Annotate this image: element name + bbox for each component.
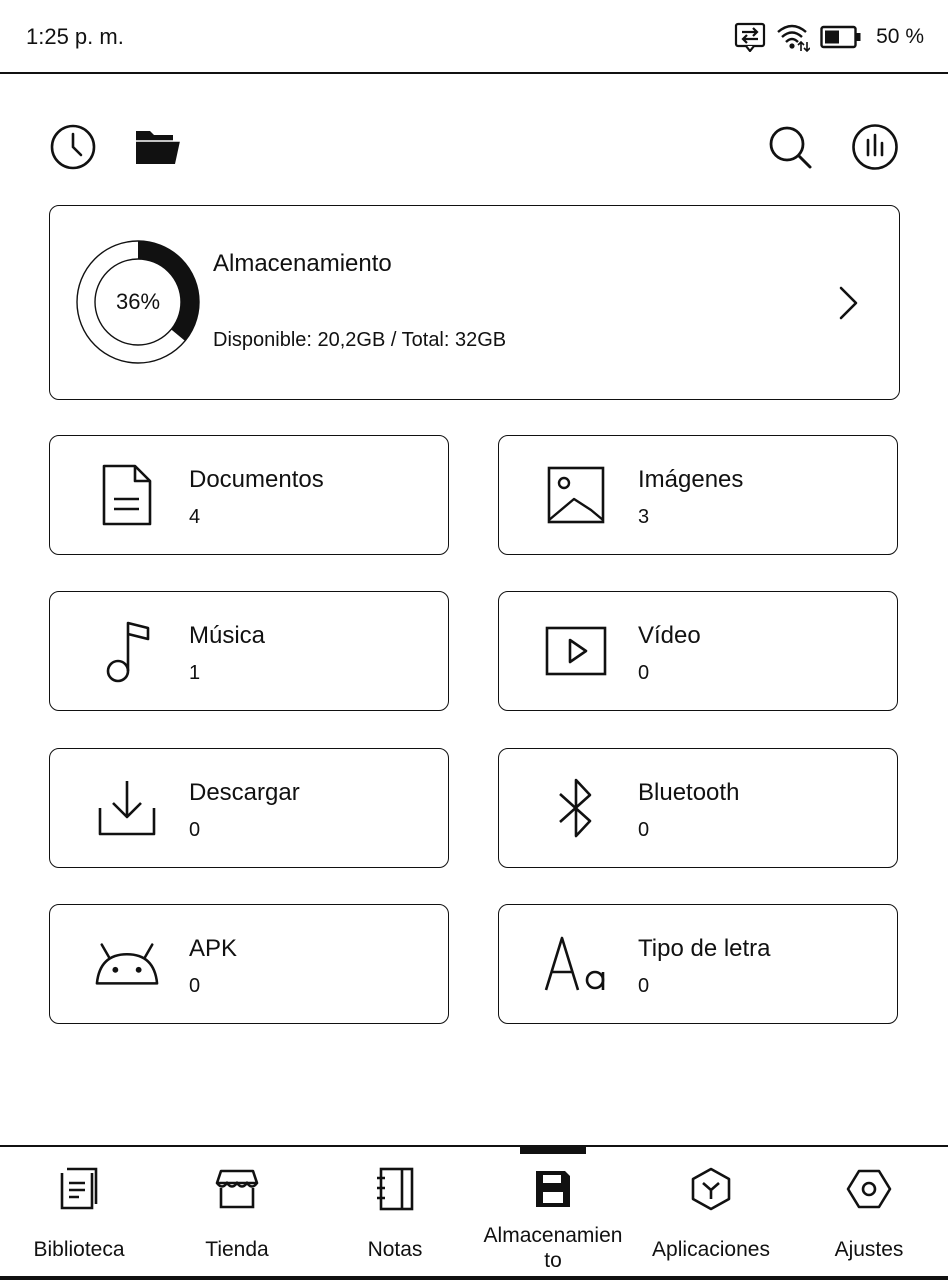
- apps-icon: [687, 1165, 735, 1213]
- chevron-right-icon: [837, 284, 861, 327]
- nav-label: Aplicaciones: [652, 1238, 770, 1261]
- image-icon: [543, 462, 609, 528]
- storage-title: Almacenamiento: [213, 250, 392, 277]
- settings-icon: [845, 1165, 893, 1213]
- category-descargar[interactable]: Descargar 0: [49, 748, 449, 868]
- nav-label: Tienda: [205, 1238, 269, 1261]
- category-name: Documentos: [189, 466, 324, 493]
- category-name: Imágenes: [638, 466, 744, 493]
- nav-label: Biblioteca: [33, 1238, 125, 1261]
- category-name: Tipo de letra: [638, 935, 771, 962]
- category-tipo-de-letra[interactable]: Tipo de letra 0: [498, 904, 898, 1024]
- storage-card[interactable]: 36% Almacenamiento Disponible: 20,2GB / …: [49, 205, 900, 400]
- bluetooth-icon: [543, 775, 609, 841]
- category-name: Bluetooth: [638, 779, 740, 806]
- category-count: 1: [189, 662, 201, 684]
- font-icon: [543, 931, 609, 997]
- category-documentos[interactable]: Documentos 4: [49, 435, 449, 555]
- download-icon: [94, 775, 160, 841]
- document-icon: [94, 462, 160, 528]
- nav-biblioteca[interactable]: Biblioteca: [0, 1147, 158, 1280]
- nav-ajustes[interactable]: Ajustes: [790, 1147, 948, 1280]
- status-icons: 50 %: [734, 20, 924, 54]
- nav-notas[interactable]: Notas: [316, 1147, 474, 1280]
- nav-tienda[interactable]: Tienda: [158, 1147, 316, 1280]
- sync-icon: [734, 22, 766, 52]
- storage-detail: Disponible: 20,2GB / Total: 32GB: [213, 329, 507, 351]
- status-bar: 1:25 p. m. 50 %: [0, 0, 948, 74]
- video-icon: [543, 618, 609, 684]
- category-count: 0: [638, 819, 650, 841]
- nav-label: Almacenamien to: [483, 1224, 623, 1272]
- category-name: APK: [189, 935, 238, 962]
- category-apk[interactable]: APK 0: [49, 904, 449, 1024]
- wifi-icon: [776, 22, 811, 52]
- notebook-icon: [371, 1165, 419, 1213]
- category-count: 0: [638, 975, 650, 997]
- category-count: 0: [189, 975, 201, 997]
- search-icon[interactable]: [765, 122, 815, 172]
- store-icon: [213, 1165, 261, 1213]
- category-count: 0: [189, 819, 201, 841]
- storage-icon: [529, 1165, 577, 1213]
- nav-label: Notas: [367, 1238, 423, 1261]
- android-icon: [94, 931, 160, 997]
- library-icon: [55, 1165, 103, 1213]
- battery-percent: 50 %: [876, 25, 924, 48]
- category-count: 0: [638, 662, 650, 684]
- category-musica[interactable]: Música 1: [49, 591, 449, 711]
- bottom-nav: Biblioteca Tienda Notas Almacenamien to …: [0, 1145, 948, 1280]
- category-video[interactable]: Vídeo 0: [498, 591, 898, 711]
- category-count: 4: [189, 506, 201, 528]
- category-bluetooth[interactable]: Bluetooth 0: [498, 748, 898, 868]
- category-name: Música: [189, 622, 266, 649]
- bottom-edge-line: [0, 1276, 948, 1280]
- music-note-icon: [94, 618, 160, 684]
- folder-icon[interactable]: [132, 122, 182, 172]
- recent-clock-icon[interactable]: [48, 122, 98, 172]
- storage-stats-icon[interactable]: [850, 122, 900, 172]
- nav-label: Ajustes: [834, 1238, 904, 1261]
- storage-percent: 36%: [115, 289, 161, 314]
- category-imagenes[interactable]: Imágenes 3: [498, 435, 898, 555]
- nav-aplicaciones[interactable]: Aplicaciones: [632, 1147, 790, 1280]
- category-name: Descargar: [189, 779, 300, 806]
- category-count: 3: [638, 506, 650, 528]
- nav-almacenamiento[interactable]: Almacenamien to: [474, 1147, 632, 1280]
- battery-icon: [820, 25, 862, 49]
- category-name: Vídeo: [638, 622, 701, 649]
- status-time: 1:25 p. m.: [26, 24, 124, 49]
